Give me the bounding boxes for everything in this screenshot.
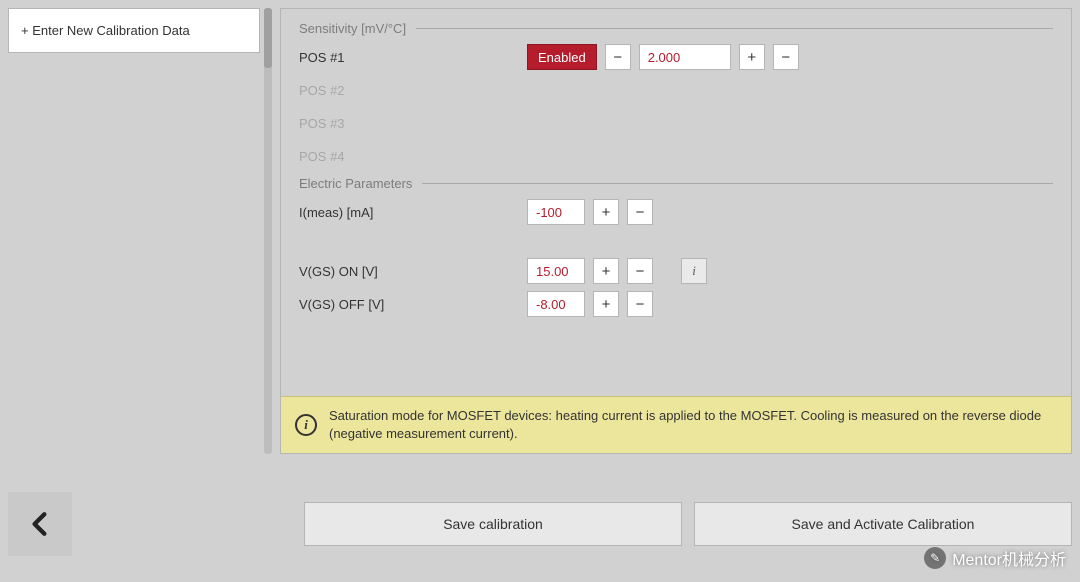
pos4-label: POS #4 xyxy=(299,149,519,164)
chevron-left-icon xyxy=(27,511,53,537)
electric-label: Electric Parameters xyxy=(299,176,412,191)
info-icon: i xyxy=(295,414,317,436)
electric-header: Electric Parameters xyxy=(299,176,1053,191)
vgs-on-row: V(GS) ON [V] + − i xyxy=(299,258,1053,284)
vgs-info-icon[interactable]: i xyxy=(681,258,707,284)
bottom-bar: Save calibration Save and Activate Calib… xyxy=(0,474,1080,582)
vgs-on-input[interactable] xyxy=(527,258,585,284)
pos2-label: POS #2 xyxy=(299,83,519,98)
vgs-on-label: V(GS) ON [V] xyxy=(299,264,519,279)
imeas-row: I(meas) [mA] + − xyxy=(299,199,1053,225)
pos1-plus-button[interactable]: + xyxy=(739,44,765,70)
vgs-off-input[interactable] xyxy=(527,291,585,317)
pos3-label: POS #3 xyxy=(299,116,519,131)
vgs-off-plus-button[interactable]: + xyxy=(593,291,619,317)
info-banner: i Saturation mode for MOSFET devices: he… xyxy=(281,396,1071,453)
left-scrollbar-thumb[interactable] xyxy=(264,8,272,68)
right-panel: Sensitivity [mV/°C] POS #1 Enabled − + −… xyxy=(280,8,1072,454)
calibration-list: + Enter New Calibration Data xyxy=(8,8,260,454)
pos1-row: POS #1 Enabled − + − xyxy=(299,44,1053,70)
save-activate-calibration-button[interactable]: Save and Activate Calibration xyxy=(694,502,1072,546)
left-panel: + Enter New Calibration Data xyxy=(8,8,272,454)
save-calibration-button[interactable]: Save calibration xyxy=(304,502,682,546)
sensitivity-header: Sensitivity [mV/°C] xyxy=(299,21,1053,36)
sensitivity-label: Sensitivity [mV/°C] xyxy=(299,21,406,36)
left-scrollbar[interactable] xyxy=(264,8,272,454)
vgs-off-label: V(GS) OFF [V] xyxy=(299,297,519,312)
imeas-plus-button[interactable]: + xyxy=(593,199,619,225)
vgs-off-row: V(GS) OFF [V] + − xyxy=(299,291,1053,317)
info-banner-text: Saturation mode for MOSFET devices: heat… xyxy=(329,407,1057,443)
back-button[interactable] xyxy=(8,492,72,556)
imeas-label: I(meas) [mA] xyxy=(299,205,519,220)
vgs-on-minus-button[interactable]: − xyxy=(627,258,653,284)
pos1-minus1-button[interactable]: − xyxy=(605,44,631,70)
imeas-input[interactable] xyxy=(527,199,585,225)
pos1-value-input[interactable] xyxy=(639,44,731,70)
pos1-label: POS #1 xyxy=(299,50,519,65)
imeas-minus-button[interactable]: − xyxy=(627,199,653,225)
vgs-off-minus-button[interactable]: − xyxy=(627,291,653,317)
vgs-on-plus-button[interactable]: + xyxy=(593,258,619,284)
new-calibration-button[interactable]: + Enter New Calibration Data xyxy=(8,8,260,53)
pos1-minus2-button[interactable]: − xyxy=(773,44,799,70)
pos1-enabled-button[interactable]: Enabled xyxy=(527,44,597,70)
